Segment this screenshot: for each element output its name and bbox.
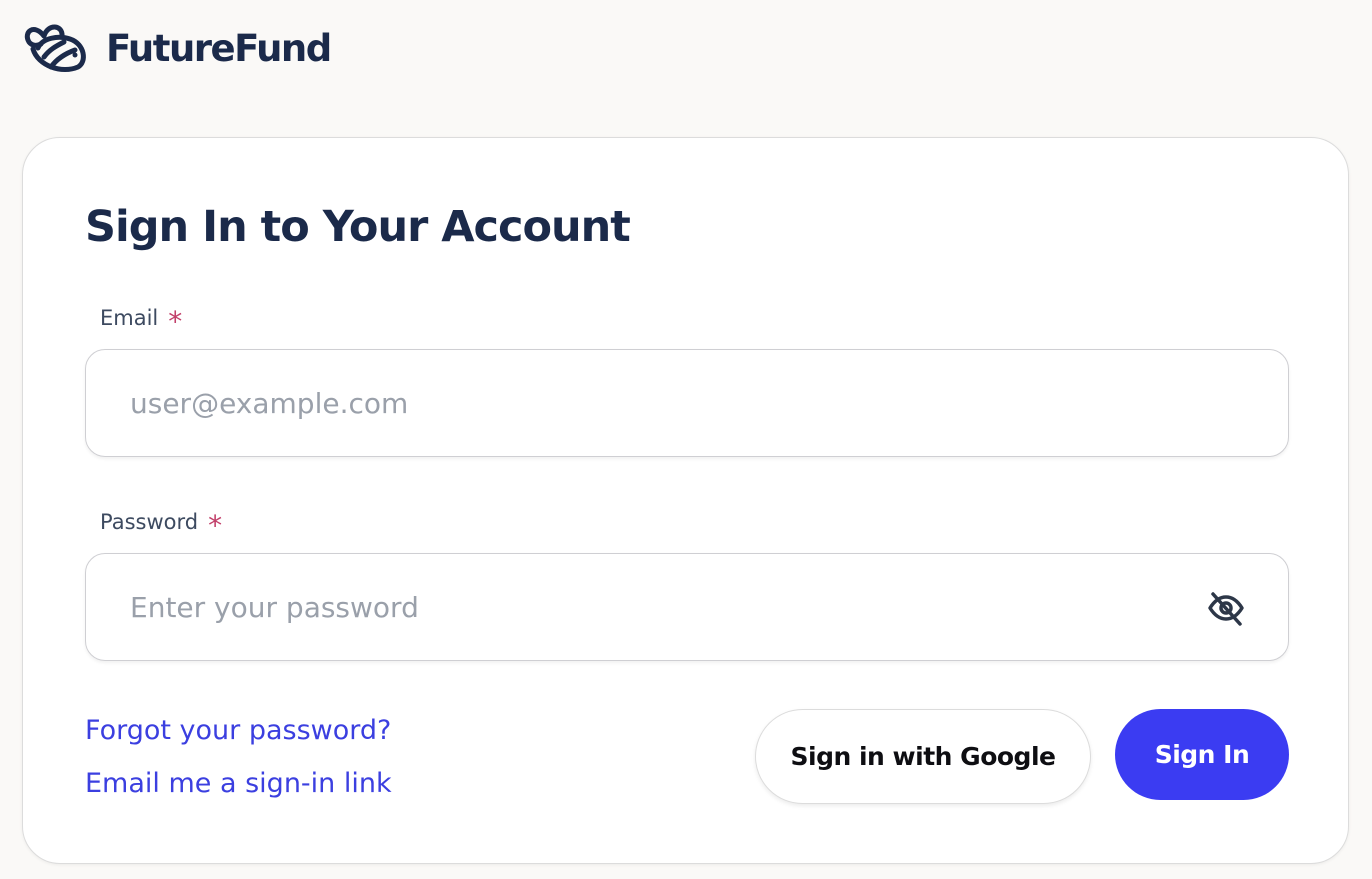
toggle-password-visibility-button[interactable] [1206, 588, 1246, 628]
forgot-password-link[interactable]: Forgot your password? [85, 713, 391, 749]
required-asterisk: * [208, 509, 223, 542]
brand-name: FutureFund [106, 26, 332, 70]
sign-in-card: Sign In to Your Account Email * Password… [22, 137, 1349, 864]
eye-off-icon [1208, 592, 1244, 626]
required-asterisk: * [168, 305, 183, 338]
email-field-box [85, 349, 1289, 457]
password-label-text: Password [100, 510, 199, 534]
page-title: Sign In to Your Account [85, 202, 631, 252]
email-input[interactable] [130, 350, 1190, 456]
sign-in-button[interactable]: Sign In [1115, 709, 1289, 800]
brand[interactable]: FutureFund [20, 18, 332, 78]
email-label: Email * [100, 303, 182, 337]
sign-in-with-google-button[interactable]: Sign in with Google [755, 709, 1091, 804]
email-sign-in-link[interactable]: Email me a sign-in link [85, 766, 392, 802]
email-label-text: Email [100, 306, 159, 330]
password-field-box [85, 553, 1289, 661]
password-input[interactable] [130, 554, 1190, 660]
password-label: Password * [100, 507, 222, 541]
bee-icon [24, 24, 86, 73]
